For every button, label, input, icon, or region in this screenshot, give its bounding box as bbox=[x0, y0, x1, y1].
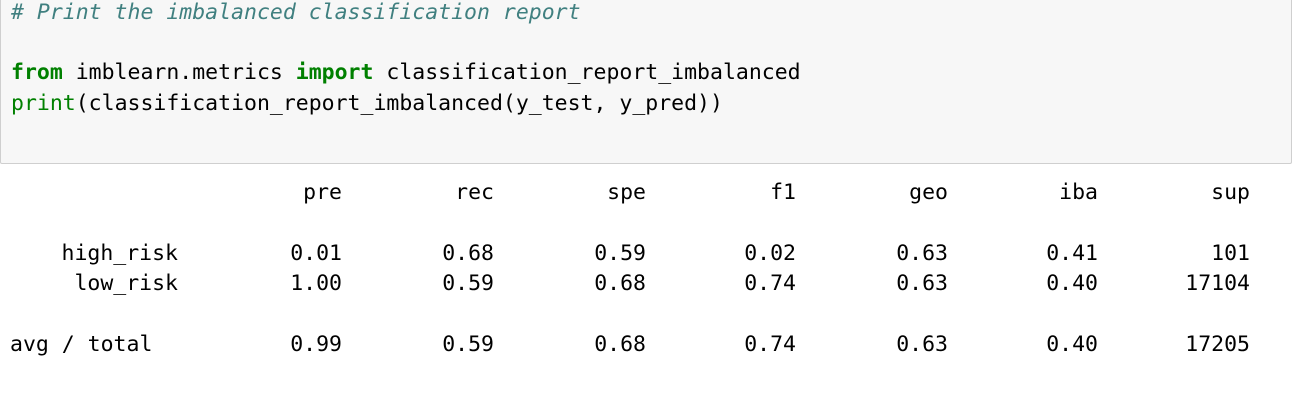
report-row-high-risk: high_risk 0.01 0.68 0.59 0.02 0.63 0.41 … bbox=[0, 239, 1292, 269]
value-rec: 0.59 bbox=[442, 271, 494, 296]
value-sup: 17205 bbox=[1185, 332, 1250, 357]
module-name: imblearn.metrics bbox=[62, 60, 296, 85]
column-header-spe: spe bbox=[607, 180, 646, 205]
column-header-geo: geo bbox=[909, 180, 948, 205]
value-rec: 0.68 bbox=[442, 241, 494, 266]
value-f1: 0.02 bbox=[744, 241, 796, 266]
code-line-print: print(classification_report_imbalanced(y… bbox=[11, 89, 723, 119]
row-label: low_risk bbox=[74, 271, 178, 296]
report-header-row: pre rec spe f1 geo iba sup bbox=[0, 178, 1292, 208]
value-rec: 0.59 bbox=[442, 332, 494, 357]
code-input-cell[interactable]: # Print the imbalanced classification re… bbox=[0, 0, 1292, 164]
value-iba: 0.41 bbox=[1046, 241, 1098, 266]
value-pre: 0.01 bbox=[290, 241, 342, 266]
column-header-pre: pre bbox=[303, 180, 342, 205]
value-spe: 0.59 bbox=[594, 241, 646, 266]
value-f1: 0.74 bbox=[744, 271, 796, 296]
code-line-comment: # Print the imbalanced classification re… bbox=[11, 0, 581, 28]
code-line-import: from imblearn.metrics import classificat… bbox=[11, 58, 801, 88]
value-f1: 0.74 bbox=[744, 332, 796, 357]
print-arguments: (classification_report_imbalanced(y_test… bbox=[75, 91, 723, 116]
value-pre: 0.99 bbox=[290, 332, 342, 357]
value-sup: 17104 bbox=[1185, 271, 1250, 296]
column-header-sup: sup bbox=[1211, 180, 1250, 205]
report-row-low-risk: low_risk 1.00 0.59 0.68 0.74 0.63 0.40 1… bbox=[0, 269, 1292, 299]
keyword-from: from bbox=[11, 60, 63, 85]
row-label: high_risk bbox=[61, 241, 179, 266]
value-spe: 0.68 bbox=[594, 332, 646, 357]
value-spe: 0.68 bbox=[594, 271, 646, 296]
cell-output: pre rec spe f1 geo iba sup high_risk 0.0… bbox=[0, 164, 1292, 400]
column-header-rec: rec bbox=[455, 180, 494, 205]
value-iba: 0.40 bbox=[1046, 271, 1098, 296]
value-geo: 0.63 bbox=[896, 332, 948, 357]
column-header-f1: f1 bbox=[770, 180, 796, 205]
value-pre: 1.00 bbox=[290, 271, 342, 296]
value-iba: 0.40 bbox=[1046, 332, 1098, 357]
row-label: avg / total bbox=[10, 332, 153, 357]
code-comment: # Print the imbalanced classification re… bbox=[11, 0, 581, 25]
column-header-iba: iba bbox=[1059, 180, 1098, 205]
keyword-import: import bbox=[295, 60, 374, 85]
value-geo: 0.63 bbox=[896, 271, 948, 296]
value-sup: 101 bbox=[1211, 241, 1250, 266]
value-geo: 0.63 bbox=[896, 241, 948, 266]
builtin-print: print bbox=[11, 91, 76, 116]
report-row-avg-total: avg / total 0.99 0.59 0.68 0.74 0.63 0.4… bbox=[0, 330, 1292, 360]
imported-name: classification_report_imbalanced bbox=[373, 60, 801, 85]
